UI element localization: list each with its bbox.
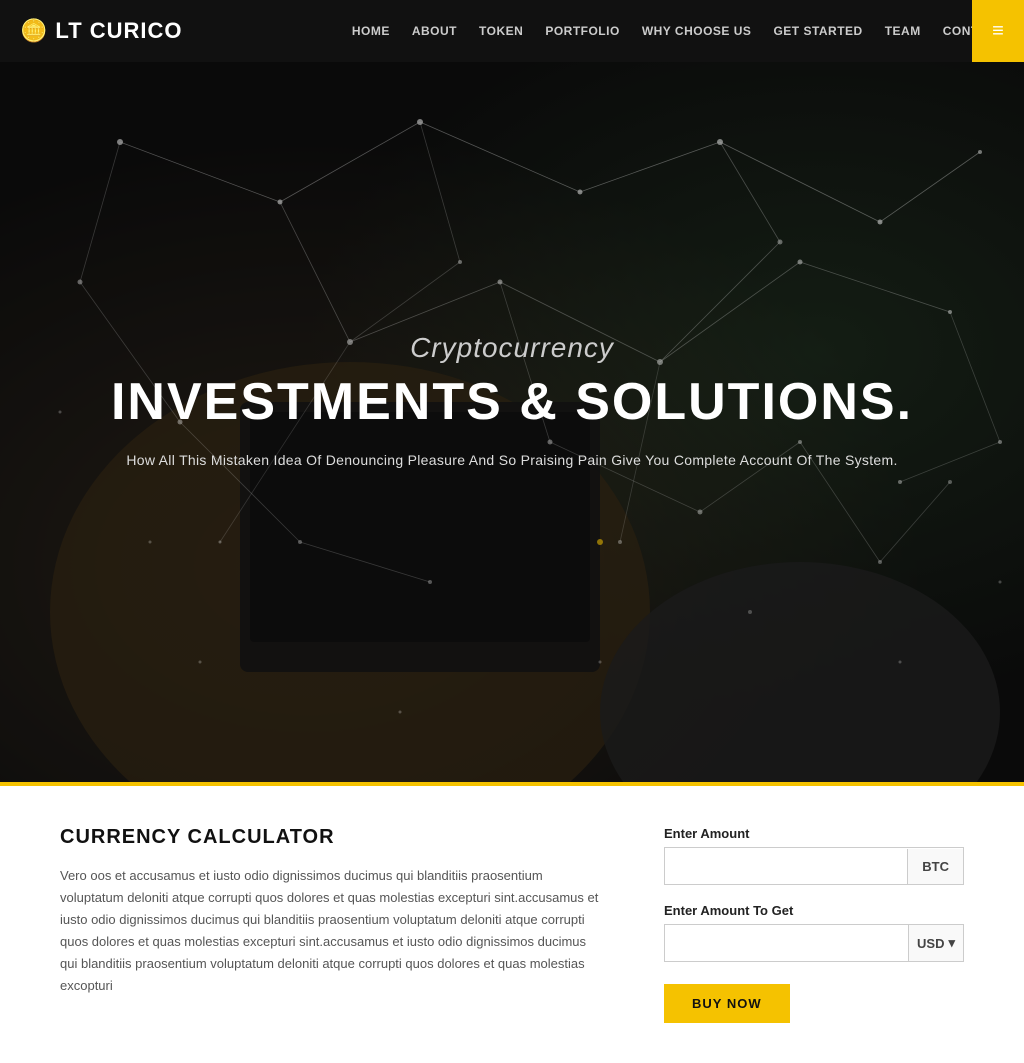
nav-item-get-started[interactable]: GET STARTED: [773, 24, 862, 38]
nav-item-token[interactable]: TOKEN: [479, 24, 523, 38]
logo-text: LT CURICO: [55, 18, 182, 44]
calculator-right: Enter Amount BTC Enter Amount To Get USD…: [664, 826, 964, 1023]
buy-now-button[interactable]: BUY NOW: [664, 984, 790, 1023]
logo-brand: LT: [55, 18, 82, 43]
calculator-section: CURRENCY CALCULATOR Vero oos et accusamu…: [0, 786, 1024, 1063]
enter-get-label: Enter Amount To Get: [664, 903, 964, 918]
nav-item-team[interactable]: TEAM: [885, 24, 921, 38]
get-currency-select[interactable]: USD ▾: [908, 925, 963, 961]
nav-item-home[interactable]: HOME: [352, 24, 390, 38]
get-amount-input-row: USD ▾: [664, 924, 964, 962]
header: 🪙 LT CURICO HOME ABOUT TOKEN PORTFOLIO WHY C…: [0, 0, 1024, 62]
hero-section: Cryptocurrency INVESTMENTS & SOLUTIONS. …: [0, 62, 1024, 782]
logo-icon: 🪙: [20, 18, 47, 44]
hamburger-button[interactable]: ≡: [972, 0, 1024, 62]
nav-item-portfolio[interactable]: PORTFOLIO: [545, 24, 620, 38]
calculator-title: CURRENCY CALCULATOR: [60, 826, 604, 849]
logo[interactable]: 🪙 LT CURICO: [20, 18, 183, 44]
dropdown-arrow-icon: ▾: [948, 935, 955, 951]
hamburger-icon: ≡: [992, 20, 1004, 43]
get-currency-label: USD: [917, 936, 944, 951]
main-nav: HOME ABOUT TOKEN PORTFOLIO WHY CHOOSE US GET …: [352, 24, 1004, 38]
amount-input-row: BTC: [664, 847, 964, 885]
calculator-description: Vero oos et accusamus et iusto odio dign…: [60, 865, 604, 998]
enter-amount-label: Enter Amount: [664, 826, 964, 841]
amount-input[interactable]: [665, 848, 907, 884]
hero-subtitle: Cryptocurrency: [51, 332, 973, 364]
calculator-left: CURRENCY CALCULATOR Vero oos et accusamu…: [60, 826, 604, 998]
amount-currency: BTC: [907, 849, 963, 884]
hero-content: Cryptocurrency INVESTMENTS & SOLUTIONS. …: [51, 332, 973, 472]
hero-description: How All This Mistaken Idea Of Denouncing…: [51, 449, 973, 471]
hero-title: INVESTMENTS & SOLUTIONS.: [51, 374, 973, 431]
nav-item-why-choose-us[interactable]: WHY CHOOSE US: [642, 24, 752, 38]
nav-item-about[interactable]: ABOUT: [412, 24, 457, 38]
get-amount-input[interactable]: [665, 925, 908, 961]
logo-name: CURICO: [83, 18, 183, 43]
